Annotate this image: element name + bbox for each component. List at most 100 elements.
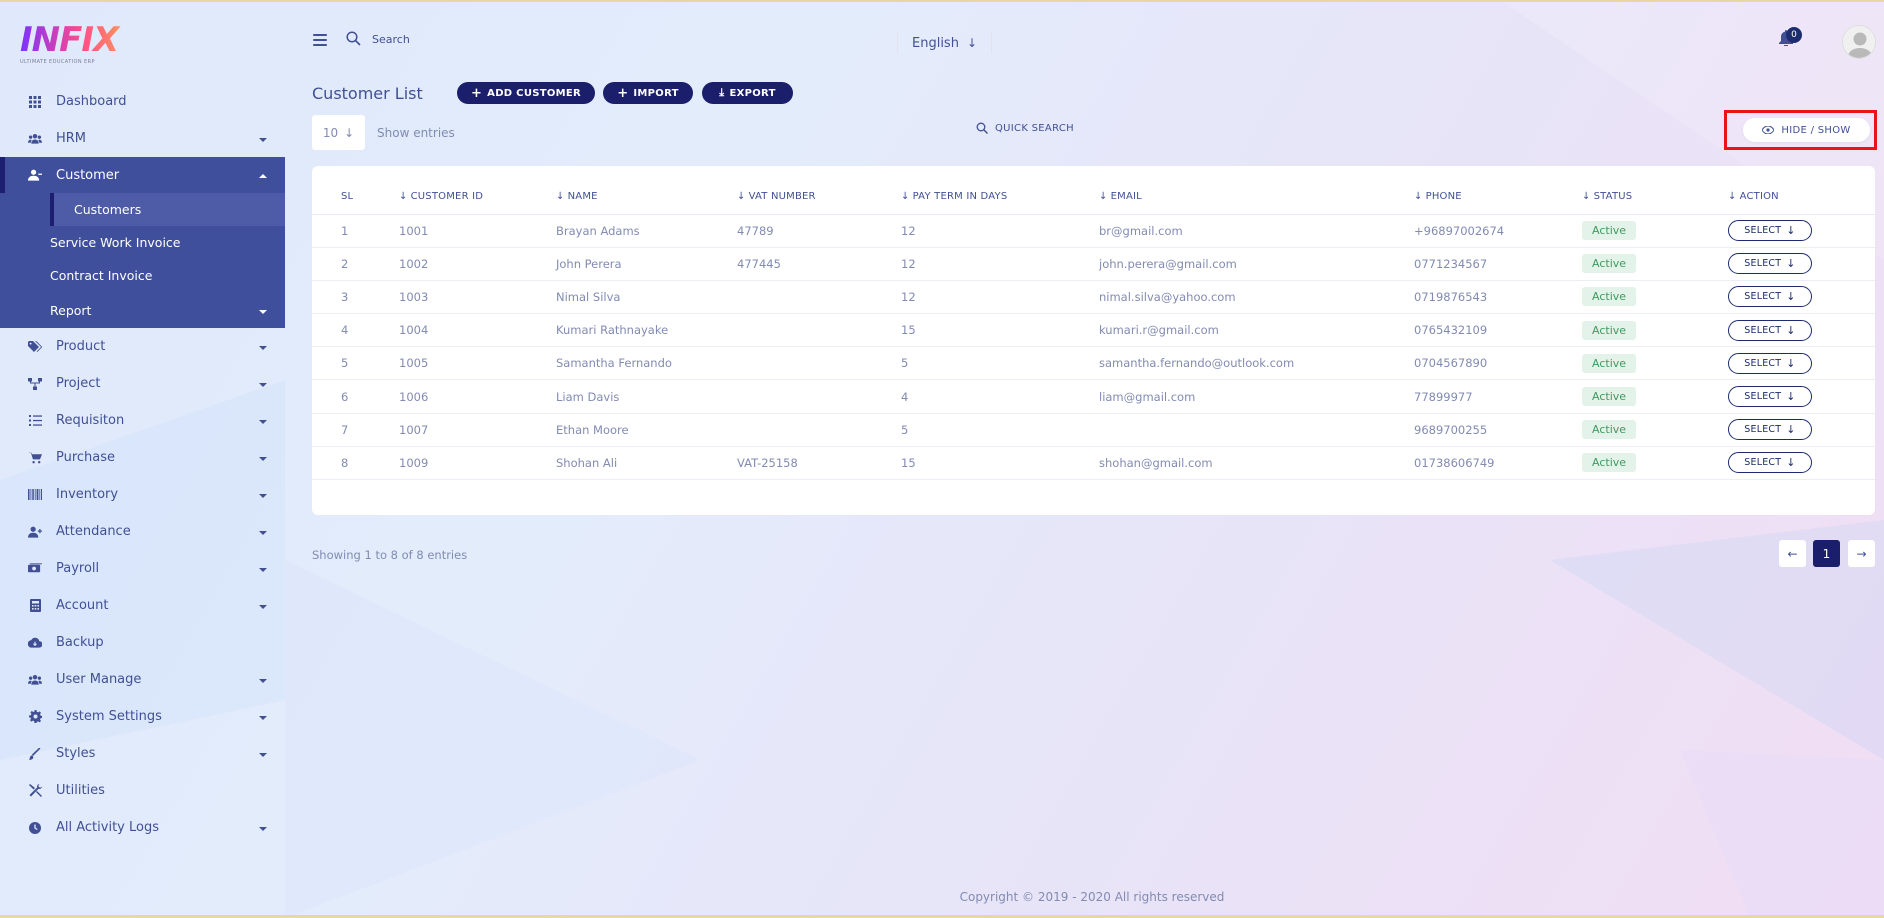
column-header-status[interactable]: ↓ STATUS xyxy=(1582,166,1728,215)
chevron-down-icon xyxy=(259,382,267,387)
export-button[interactable]: ⤓ EXPORT xyxy=(702,82,793,104)
sidebar-item-label: Customer xyxy=(56,167,120,183)
cell-vat-number: VAT-25158 xyxy=(737,446,901,481)
sidebar-item-label: Purchase xyxy=(56,450,116,465)
sidebar-item-system-settings[interactable]: System Settings xyxy=(0,698,285,735)
status-badge: Active xyxy=(1582,453,1637,473)
sidebar-item-project[interactable]: Project xyxy=(0,365,285,402)
cell-name: Brayan Adams xyxy=(556,214,737,248)
column-header-action[interactable]: ↓ ACTION xyxy=(1728,166,1875,215)
select-dropdown-button[interactable]: SELECT ↓ xyxy=(1728,253,1812,275)
logo[interactable]: INFIX ULTIMATE EDUCATION ERP xyxy=(20,22,140,68)
search-icon xyxy=(976,122,988,134)
cell-email xyxy=(1099,413,1414,447)
copyright-text: Copyright © 2019 - 2020 All rights reser… xyxy=(959,890,1225,904)
sidebar-item-styles[interactable]: Styles xyxy=(0,735,285,772)
search-icon[interactable] xyxy=(346,31,362,47)
sidebar-item-label: System Settings xyxy=(56,709,162,724)
column-header-email[interactable]: ↓ EMAIL xyxy=(1099,166,1414,215)
cell-sl: 6 xyxy=(341,379,399,414)
search-input[interactable]: Search xyxy=(372,33,410,46)
select-dropdown-button[interactable]: SELECT ↓ xyxy=(1728,220,1812,242)
users-icon xyxy=(28,673,42,687)
cell-email: kumari.r@gmail.com xyxy=(1099,313,1414,348)
cell-status: Active xyxy=(1582,214,1728,248)
cell-action: SELECT ↓ xyxy=(1728,346,1875,381)
select-label: SELECT xyxy=(1744,225,1782,237)
logo-subtitle: ULTIMATE EDUCATION ERP xyxy=(20,59,95,65)
row-spacer xyxy=(312,346,341,381)
sidebar-item-customer[interactable]: Customer xyxy=(0,157,285,193)
sidebar-item-purchase[interactable]: Purchase xyxy=(0,439,285,476)
column-header-sl[interactable]: SL xyxy=(341,166,399,215)
sidebar-item-backup[interactable]: Backup xyxy=(0,624,285,661)
select-dropdown-button[interactable]: SELECT ↓ xyxy=(1728,419,1812,441)
sidebar-item-inventory[interactable]: Inventory xyxy=(0,476,285,513)
sort-arrow-icon: ↓ xyxy=(399,191,408,203)
list-icon xyxy=(28,414,42,428)
user-plus-icon xyxy=(28,525,42,539)
sidebar-subitem-service-work-invoice[interactable]: Service Work Invoice xyxy=(0,226,285,259)
language-select[interactable]: English ↓ xyxy=(897,32,993,54)
sidebar-subitem-report[interactable]: Report xyxy=(0,292,285,328)
cell-sl: 1 xyxy=(341,214,399,248)
user-icon xyxy=(28,168,42,182)
sort-arrow-icon: ↓ xyxy=(901,191,910,203)
row-spacer xyxy=(312,413,341,447)
column-header-vat-number[interactable]: ↓ VAT NUMBER xyxy=(737,166,901,215)
gear-icon xyxy=(28,710,42,724)
sidebar-item-hrm[interactable]: HRM xyxy=(0,120,285,157)
sidebar-subitem-customers[interactable]: Customers xyxy=(50,193,285,226)
sidebar-item-account[interactable]: Account xyxy=(0,587,285,624)
page-button-current[interactable]: 1 xyxy=(1813,540,1840,567)
select-dropdown-button[interactable]: SELECT ↓ xyxy=(1728,286,1812,308)
sidebar-item-attendance[interactable]: Attendance xyxy=(0,513,285,550)
cell-pay-term: 5 xyxy=(901,346,1099,381)
sidebar-item-label: Project xyxy=(56,376,101,391)
cell-name: Kumari Rathnayake xyxy=(556,313,737,348)
cell-action: SELECT ↓ xyxy=(1728,413,1875,447)
hide-show-button[interactable]: HIDE / SHOW xyxy=(1743,118,1870,142)
quick-search-input[interactable]: QUICK SEARCH xyxy=(976,122,1074,134)
entries-value: 10 xyxy=(322,125,339,140)
sidebar-item-label: Inventory xyxy=(56,487,119,502)
column-header-customer-id[interactable]: ↓ CUSTOMER ID xyxy=(399,166,556,215)
row-spacer xyxy=(312,379,341,414)
cell-action: SELECT ↓ xyxy=(1728,379,1875,414)
chevron-down-icon xyxy=(259,530,267,535)
import-button[interactable]: + IMPORT xyxy=(603,82,693,104)
sidebar-item-all-activity-logs[interactable]: All Activity Logs xyxy=(0,809,285,846)
chevron-down-icon xyxy=(259,137,267,142)
sidebar-item-product[interactable]: Product xyxy=(0,328,285,365)
column-header-phone[interactable]: ↓ PHONE xyxy=(1414,166,1582,215)
cell-customer-id: 1002 xyxy=(399,247,556,281)
cell-action: SELECT ↓ xyxy=(1728,214,1875,248)
sidebar-item-label: User Manage xyxy=(56,672,142,687)
menu-toggle-icon[interactable] xyxy=(313,34,327,46)
select-label: SELECT xyxy=(1744,424,1782,436)
sidebar-subitem-contract-invoice[interactable]: Contract Invoice xyxy=(0,259,285,292)
add-customer-button[interactable]: + ADD CUSTOMER xyxy=(457,82,595,104)
column-header-pay-term[interactable]: ↓ PAY TERM IN DAYS xyxy=(901,166,1099,215)
sidebar-item-dashboard[interactable]: Dashboard xyxy=(0,83,285,120)
table-row: 8 1009 Shohan Ali VAT-25158 15 shohan@gmail.c… xyxy=(312,446,1875,481)
sidebar-item-requisiton[interactable]: Requisiton xyxy=(0,402,285,439)
sidebar-item-utilities[interactable]: Utilities xyxy=(0,772,285,809)
cell-customer-id: 1007 xyxy=(399,413,556,447)
sidebar-item-user-manage[interactable]: User Manage xyxy=(0,661,285,698)
prev-page-button[interactable]: ← xyxy=(1779,540,1806,567)
select-dropdown-button[interactable]: SELECT ↓ xyxy=(1728,319,1812,341)
select-dropdown-button[interactable]: SELECT ↓ xyxy=(1728,386,1812,408)
sort-arrow-icon: ↓ xyxy=(1099,191,1108,203)
column-header-name[interactable]: ↓ NAME xyxy=(556,166,737,215)
avatar[interactable] xyxy=(1842,25,1876,59)
cell-email: samantha.fernando@outlook.com xyxy=(1099,346,1414,381)
cell-name: Nimal Silva xyxy=(556,280,737,315)
sidebar-item-payroll[interactable]: Payroll xyxy=(0,550,285,587)
select-dropdown-button[interactable]: SELECT ↓ xyxy=(1728,452,1812,474)
cell-name: Ethan Moore xyxy=(556,413,737,447)
cell-vat-number xyxy=(737,280,901,315)
select-dropdown-button[interactable]: SELECT ↓ xyxy=(1728,352,1812,374)
entries-select[interactable]: 10 ↓ xyxy=(312,115,365,150)
next-page-button[interactable]: → xyxy=(1848,540,1875,567)
